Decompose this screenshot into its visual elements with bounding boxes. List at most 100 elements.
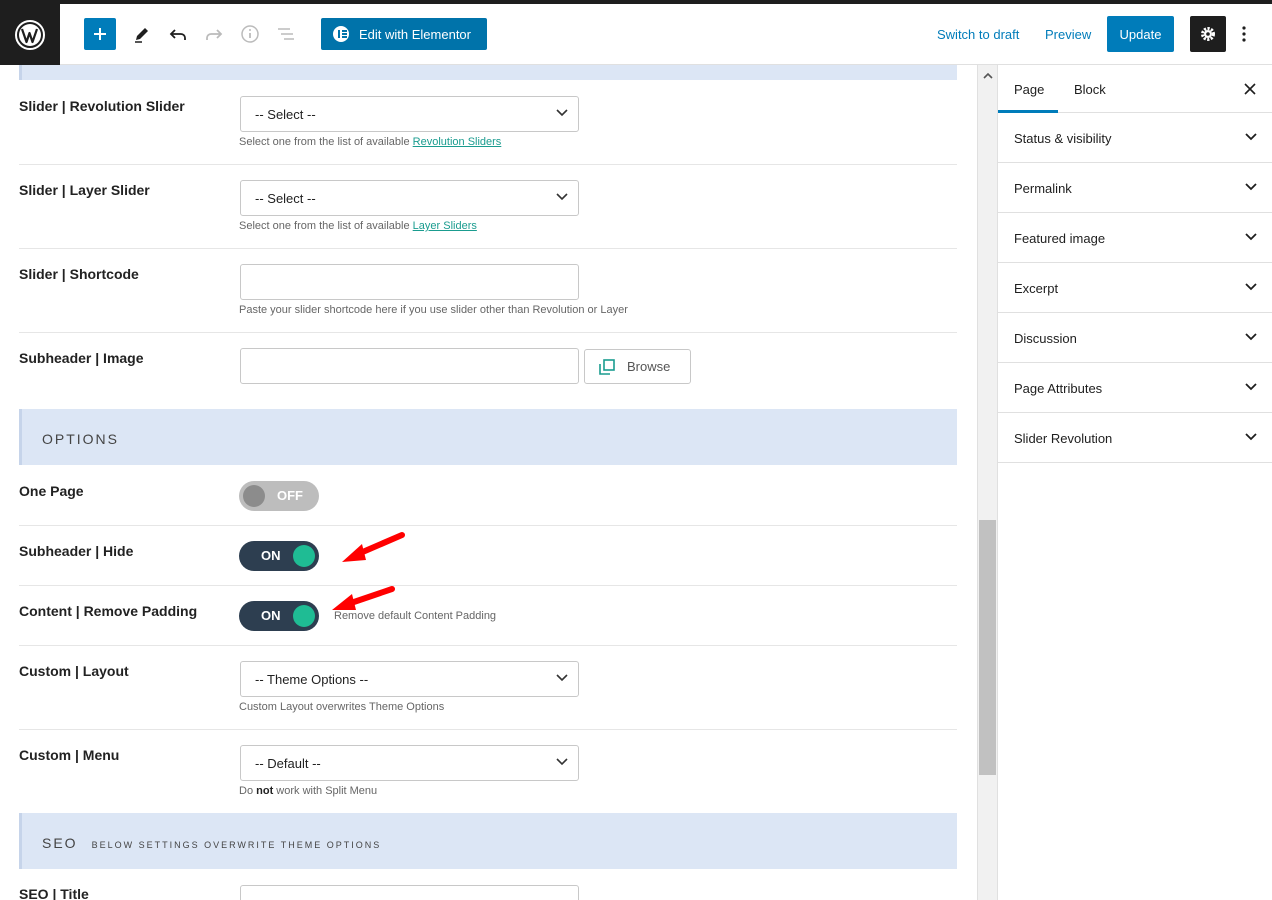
seo-section-subtitle: BELOW SETTINGS OVERWRITE THEME OPTIONS [91,840,382,850]
chevron-down-icon [556,109,568,117]
tab-block[interactable]: Block [1074,82,1106,97]
settings-button[interactable] [1190,16,1226,52]
content-remove-padding-label: Content | Remove Padding [19,603,198,619]
row-divider [19,729,957,730]
revolution-slider-select[interactable]: -- Select -- [240,96,579,132]
info-icon[interactable] [236,20,264,48]
section-band-top [19,65,957,80]
row-divider [19,525,957,526]
elementor-icon [333,26,349,42]
layer-slider-label: Slider | Layer Slider [19,182,150,198]
shortcode-label: Slider | Shortcode [19,266,139,282]
custom-menu-select[interactable]: -- Default -- [240,745,579,781]
shortcode-input[interactable] [240,264,579,300]
custom-menu-help-pre: Do [239,785,257,797]
panel-permalink[interactable]: Permalink [998,163,1272,213]
panel-label: Featured image [1014,231,1106,246]
panel-page-attributes[interactable]: Page Attributes [998,363,1272,413]
panel-status-visibility[interactable]: Status & visibility [998,113,1272,163]
subheader-hide-label: Subheader | Hide [19,543,134,559]
toggle-knob [293,545,315,567]
preview-link[interactable]: Preview [1045,27,1091,42]
custom-menu-help-post: work with Split Menu [273,785,378,797]
panel-label: Permalink [1014,181,1072,196]
redo-icon[interactable] [200,20,228,48]
update-button[interactable]: Update [1107,16,1174,52]
one-page-state: OFF [277,488,303,503]
seo-section-title: SEO BELOW SETTINGS OVERWRITE THEME OPTION… [42,835,381,851]
content-remove-padding-toggle[interactable]: ON [239,601,319,631]
layer-sliders-link[interactable]: Layer Sliders [413,220,477,232]
revolution-slider-help-text: Select one from the list of available [239,136,413,148]
chevron-down-icon [1245,333,1257,341]
panel-label: Slider Revolution [1014,431,1113,446]
seo-section-header: SEO BELOW SETTINGS OVERWRITE THEME OPTION… [19,813,957,869]
more-options-icon[interactable] [1234,20,1254,48]
custom-menu-value: -- Default -- [255,755,321,771]
chevron-down-icon [556,758,568,766]
chevron-down-icon [1245,183,1257,191]
row-divider [19,248,957,249]
layer-slider-help: Select one from the list of available La… [239,220,477,232]
revolution-slider-label: Slider | Revolution Slider [19,98,185,114]
panel-label: Page Attributes [1014,381,1103,396]
subheader-image-label: Subheader | Image [19,350,144,366]
options-section-title: OPTIONS [42,431,120,447]
revolution-sliders-link[interactable]: Revolution Sliders [413,136,502,148]
layer-slider-select[interactable]: -- Select -- [240,180,579,216]
row-divider [19,645,957,646]
edit-with-elementor-button[interactable]: Edit with Elementor [321,18,487,50]
browse-label: Browse [627,359,671,374]
one-page-toggle[interactable]: OFF [239,481,319,511]
panel-slider-revolution[interactable]: Slider Revolution [998,413,1272,463]
edit-with-elementor-label: Edit with Elementor [359,26,471,42]
chevron-down-icon [1245,383,1257,391]
subheader-image-input[interactable] [240,348,579,384]
row-divider [19,164,957,165]
chevron-down-icon [556,193,568,201]
custom-menu-label: Custom | Menu [19,747,120,763]
list-view-icon[interactable] [272,20,300,48]
chevron-down-icon [1245,433,1257,441]
toggle-knob [293,605,315,627]
custom-layout-select[interactable]: -- Theme Options -- [240,661,579,697]
panel-excerpt[interactable]: Excerpt [998,263,1272,313]
seo-title-input[interactable] [240,885,579,900]
meta-box-content: Slider | Revolution Slider -- Select -- … [0,65,977,900]
pencil-icon[interactable] [128,20,156,48]
chevron-down-icon [1245,283,1257,291]
gear-icon [1201,27,1215,41]
seo-title-label: SEO | Title [19,886,89,900]
one-page-label: One Page [19,483,84,499]
panel-discussion[interactable]: Discussion [998,313,1272,363]
close-icon[interactable] [1242,81,1258,97]
add-block-button[interactable] [84,18,116,50]
editor-toolbar: Edit with Elementor Switch to draft Prev… [0,4,1272,65]
panel-featured-image[interactable]: Featured image [998,213,1272,263]
chevron-down-icon [1245,233,1257,241]
subheader-hide-toggle[interactable]: ON [239,541,319,571]
layer-slider-value: -- Select -- [255,190,316,206]
red-arrow-annotation [342,532,405,562]
panel-label: Discussion [1014,331,1077,346]
row-divider [19,585,957,586]
undo-icon[interactable] [164,20,192,48]
chevron-down-icon [556,674,568,682]
settings-sidebar: Page Block Status & visibility Permalink… [997,65,1272,900]
custom-layout-label: Custom | Layout [19,663,129,679]
sidebar-tabs: Page Block [998,65,1272,113]
panel-label: Excerpt [1014,281,1059,296]
custom-menu-help-bold: not [256,785,274,797]
wordpress-logo-icon[interactable] [0,4,60,65]
tab-page[interactable]: Page [1014,82,1044,97]
scroll-thumb[interactable] [979,520,996,775]
content-scrollbar[interactable] [977,65,997,900]
toggle-knob [243,485,265,507]
content-remove-padding-help: Remove default Content Padding [334,610,497,622]
switch-to-draft-link[interactable]: Switch to draft [937,27,1019,42]
options-section-header: OPTIONS [19,409,957,465]
custom-layout-value: -- Theme Options -- [255,671,369,687]
scroll-up-icon[interactable] [978,65,998,85]
browse-button[interactable]: Browse [584,349,691,384]
seo-section-title-text: SEO [42,835,78,851]
